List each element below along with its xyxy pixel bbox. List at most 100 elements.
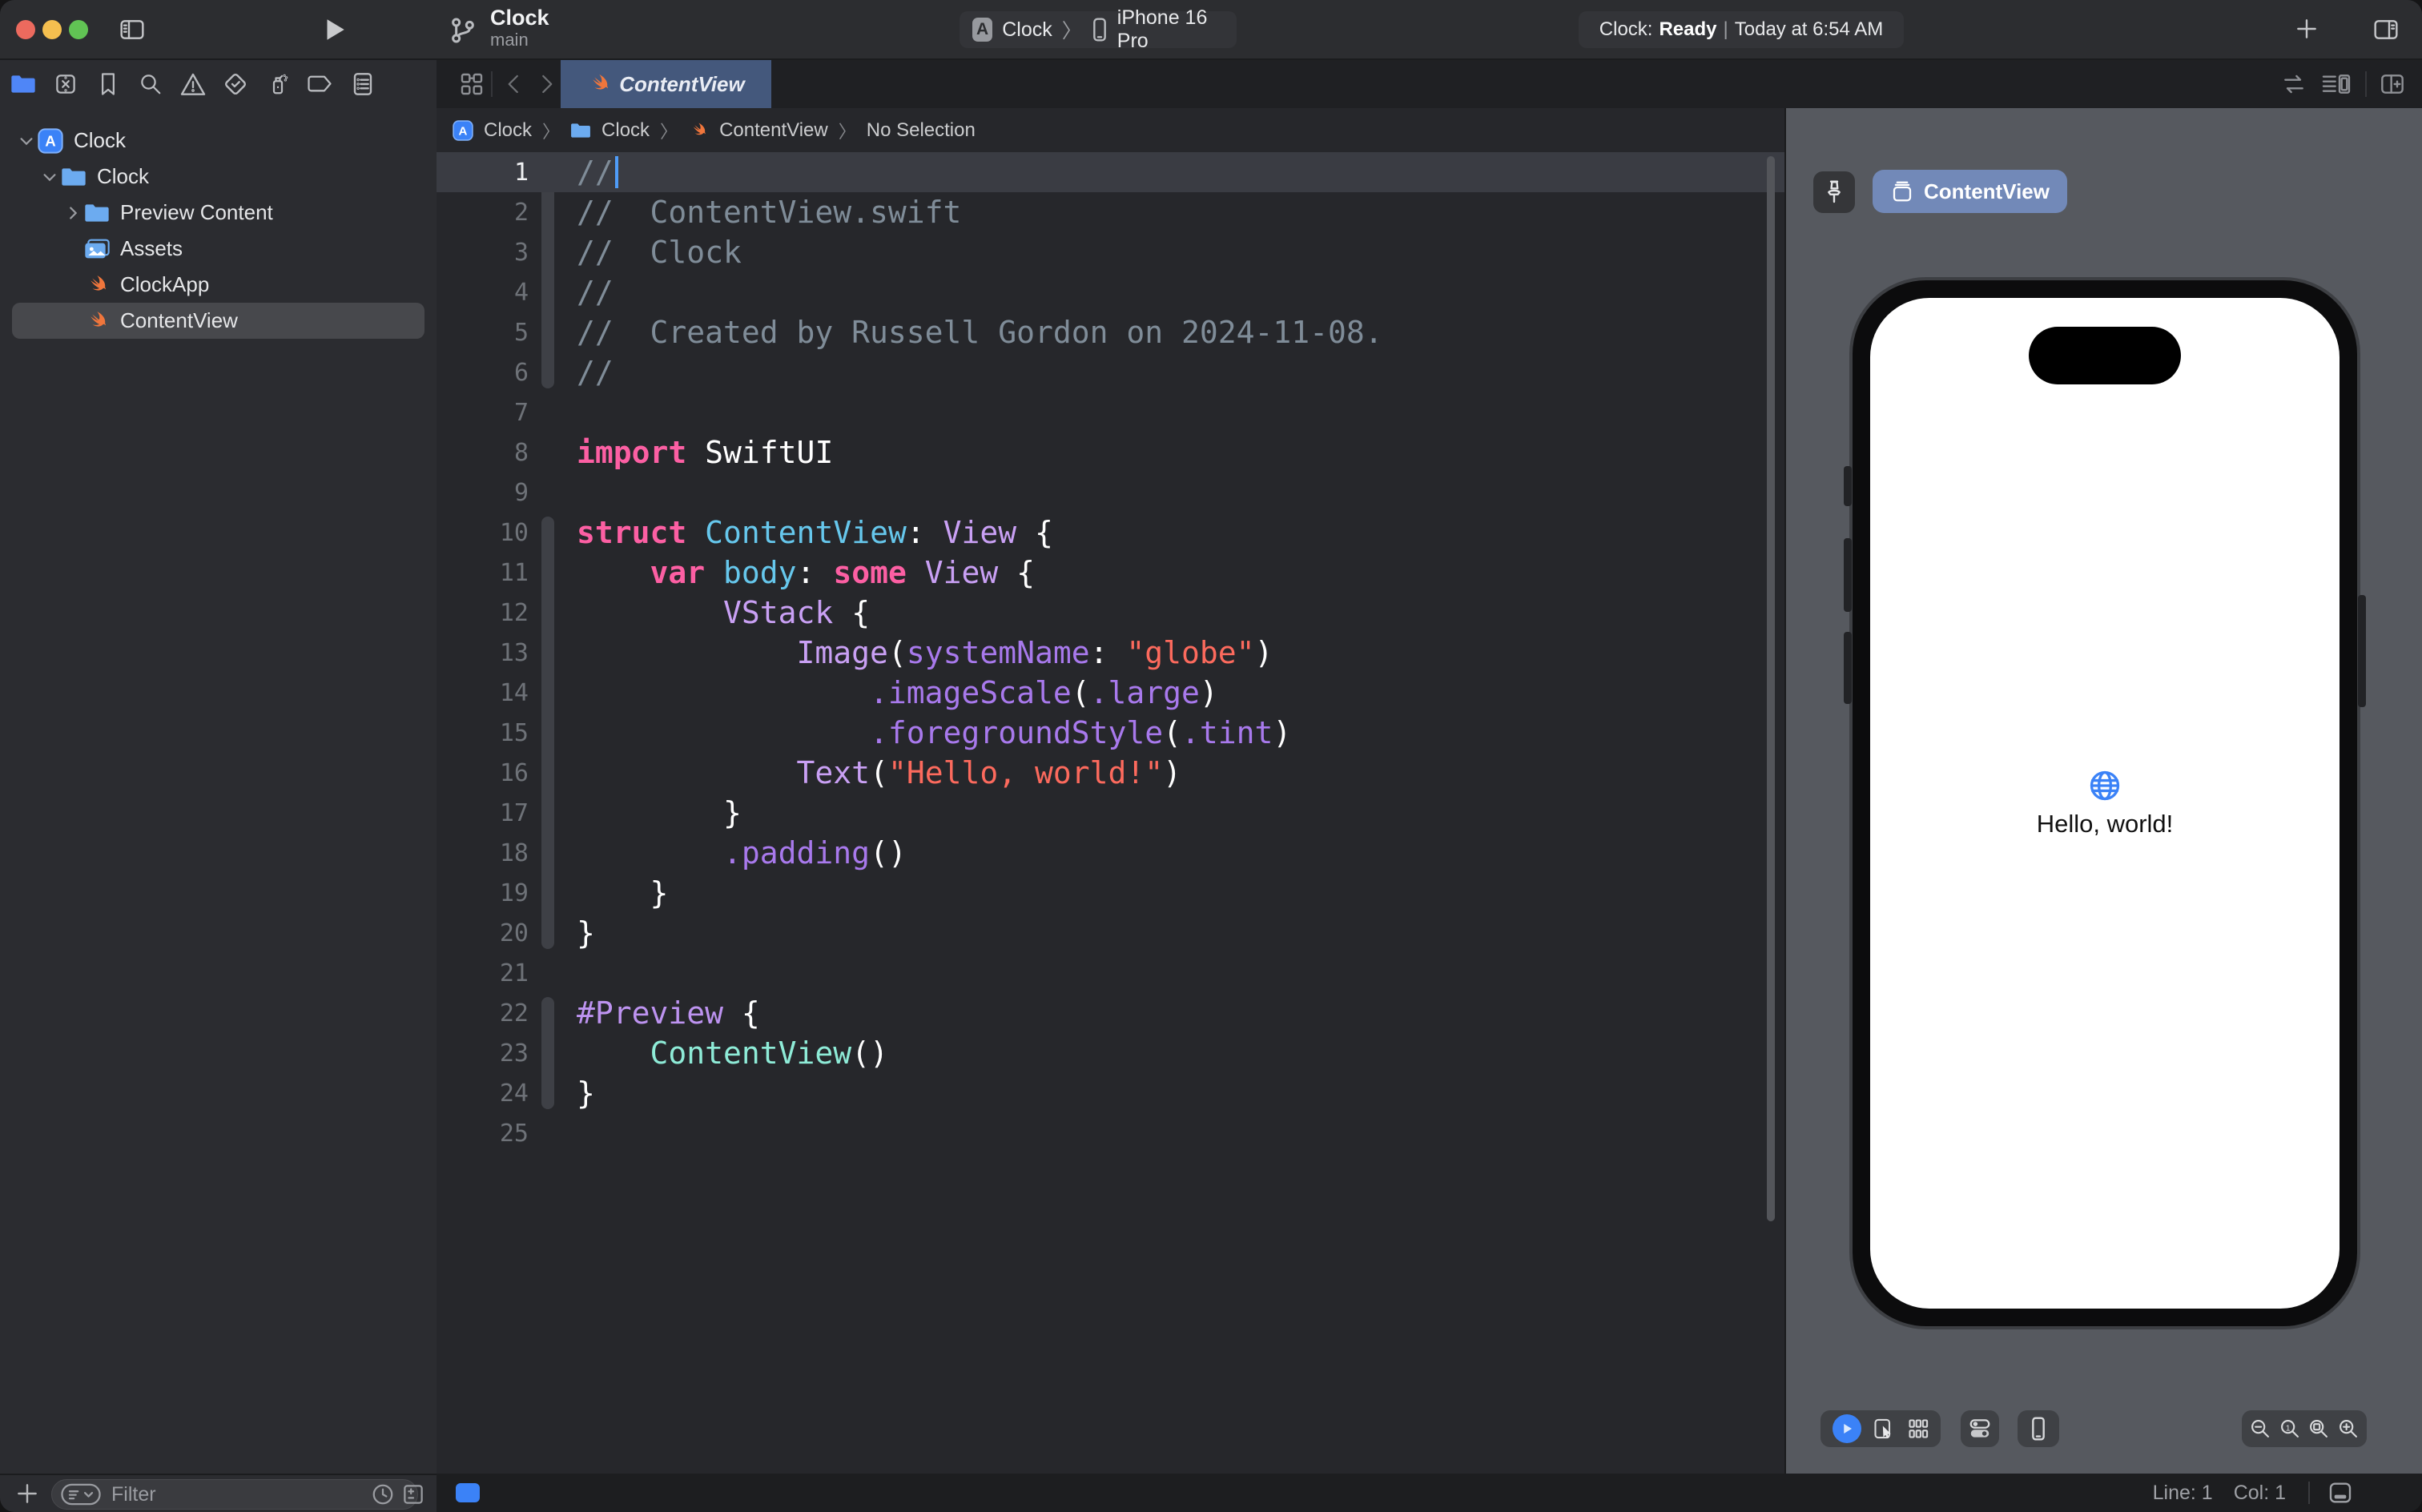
volume-up-button [1844, 538, 1852, 612]
sidebar-item-clock[interactable]: AClock [12, 123, 424, 159]
search-icon[interactable] [137, 70, 164, 98]
live-preview-button[interactable] [1833, 1414, 1861, 1443]
swift-file-icon [587, 72, 611, 96]
sidebar-item-clock[interactable]: Clock [12, 159, 424, 195]
code-line-16[interactable]: 16 Text("Hello, world!") [437, 753, 1784, 793]
activity-status[interactable]: Clock: Ready | Today at 6:54 AM [1579, 11, 1904, 48]
svg-text:A: A [459, 124, 468, 138]
code-line-11[interactable]: 11 var body: some View { [437, 553, 1784, 593]
swift-icon [83, 273, 111, 297]
disclosure-chevron-icon[interactable] [15, 130, 37, 151]
zoom-window-button[interactable] [69, 20, 88, 39]
breakpoint-navigator-icon[interactable] [307, 70, 334, 98]
sidebar-item-assets[interactable]: Assets [12, 231, 424, 267]
sidebar-item-contentview[interactable]: ContentView [12, 303, 424, 339]
filter-field[interactable] [51, 1479, 418, 1510]
code-editor[interactable]: 1//2// ContentView.swift3// Clock4//5// … [437, 152, 1784, 1474]
jumpbar-segment-file[interactable]: ContentView [719, 119, 828, 142]
iphone-screen[interactable]: Hello, world! [1870, 298, 2340, 1309]
zoom-controls-group: 1 [2242, 1410, 2367, 1447]
source-control-icon[interactable] [52, 70, 79, 98]
code-line-18[interactable]: 18 .padding() [437, 833, 1784, 873]
swap-editor-icon[interactable] [2280, 71, 2307, 97]
preview-mode-group [1821, 1410, 1941, 1447]
debug-navigator-icon[interactable] [264, 70, 292, 98]
code-line-24[interactable]: 24} [437, 1073, 1784, 1113]
code-line-22[interactable]: 22#Preview { [437, 993, 1784, 1033]
run-button[interactable] [320, 16, 348, 43]
code-line-20[interactable]: 20} [437, 913, 1784, 953]
code-line-3[interactable]: 3// Clock [437, 232, 1784, 272]
code-line-19[interactable]: 19 } [437, 873, 1784, 913]
code-line-25[interactable]: 25 [437, 1113, 1784, 1153]
code-line-4[interactable]: 4// [437, 272, 1784, 312]
code-line-10[interactable]: 10struct ContentView: View { [437, 513, 1784, 553]
zoom-fit-button[interactable] [2307, 1418, 2330, 1440]
tree-item-label: ContentView [120, 308, 238, 333]
project-navigator-icon[interactable] [10, 70, 37, 98]
jumpbar-segment-selection[interactable]: No Selection [867, 119, 976, 142]
recent-files-clock-icon[interactable] [371, 1482, 395, 1506]
go-forward-icon[interactable] [534, 71, 558, 97]
jump-bar: A Clock 〉 Clock 〉 ContentView 〉 No Selec… [437, 108, 1784, 152]
disclosure-chevron-icon[interactable] [38, 166, 60, 187]
code-line-21[interactable]: 21 [437, 953, 1784, 993]
report-navigator-icon[interactable] [349, 70, 376, 98]
code-line-7[interactable]: 7 [437, 392, 1784, 432]
jumpbar-segment-project[interactable]: Clock [484, 119, 532, 142]
toggle-inspector-icon[interactable] [2371, 17, 2401, 42]
code-line-2[interactable]: 2// ContentView.swift [437, 192, 1784, 232]
scheme-selector[interactable]: A Clock 〉 iPhone 16 Pro [960, 11, 1237, 48]
zoom-actual-size-button[interactable]: 1 [2279, 1418, 2301, 1440]
tab-contentview[interactable]: ContentView [561, 60, 771, 108]
editor-layout-icon[interactable] [2326, 1480, 2355, 1506]
close-window-button[interactable] [16, 20, 35, 39]
code-line-14[interactable]: 14 .imageScale(.large) [437, 673, 1784, 713]
hello-world-text: Hello, world! [2037, 810, 2174, 838]
preview-tab-pill[interactable]: ContentView [1873, 170, 2067, 213]
zoom-out-button[interactable] [2249, 1418, 2271, 1440]
flatten-hierarchy-icon[interactable] [401, 1482, 425, 1506]
go-back-icon[interactable] [502, 71, 526, 97]
line-number: 13 [437, 639, 529, 667]
related-items-icon[interactable] [459, 71, 485, 97]
status-separator: | [1724, 18, 1728, 41]
jumpbar-segment-group[interactable]: Clock [601, 119, 650, 142]
bookmark-icon[interactable] [95, 70, 122, 98]
pin-preview-button[interactable] [1813, 171, 1855, 213]
minimize-window-button[interactable] [42, 20, 62, 39]
code-line-5[interactable]: 5// Created by Russell Gordon on 2024-11… [437, 312, 1784, 352]
code-line-23[interactable]: 23 ContentView() [437, 1033, 1784, 1073]
code-line-17[interactable]: 17 } [437, 793, 1784, 833]
add-file-icon[interactable] [14, 1481, 40, 1506]
issue-navigator-icon[interactable] [179, 70, 207, 98]
code-line-6[interactable]: 6// [437, 352, 1784, 392]
code-line-8[interactable]: 8import SwiftUI [437, 432, 1784, 472]
power-button [2358, 595, 2366, 707]
toggle-navigator-icon[interactable] [117, 17, 147, 42]
navigator-rail [0, 60, 437, 108]
sidebar-item-clockapp[interactable]: ClockApp [12, 267, 424, 303]
split-editor-icon[interactable] [2378, 71, 2407, 97]
line-number: 24 [437, 1080, 529, 1108]
disclosure-chevron-icon[interactable] [62, 202, 83, 223]
code-line-1[interactable]: 1// [437, 152, 1784, 192]
editor-options-icon[interactable] [2320, 71, 2352, 97]
code-line-9[interactable]: 9 [437, 472, 1784, 513]
add-editor-plus-icon[interactable] [2294, 16, 2319, 42]
code-line-15[interactable]: 15 .foregroundStyle(.tint) [437, 713, 1784, 753]
device-bezels-button[interactable] [2018, 1410, 2059, 1447]
sidebar-item-preview-content[interactable]: Preview Content [12, 195, 424, 231]
scheme-name: Clock [1002, 18, 1052, 42]
device-settings-button[interactable] [1961, 1410, 1999, 1447]
editor-scrollbar[interactable] [1767, 156, 1775, 1221]
zoom-in-button[interactable] [2337, 1418, 2360, 1440]
filter-input[interactable] [110, 1482, 371, 1507]
variants-mode-button[interactable] [1907, 1418, 1929, 1440]
test-navigator-icon[interactable] [222, 70, 249, 98]
code-text: var body: some View { [565, 553, 1035, 593]
breakpoint-chip-icon[interactable] [456, 1483, 480, 1502]
code-line-12[interactable]: 12 VStack { [437, 593, 1784, 633]
selectable-mode-button[interactable] [1873, 1417, 1895, 1441]
code-line-13[interactable]: 13 Image(systemName: "globe") [437, 633, 1784, 673]
